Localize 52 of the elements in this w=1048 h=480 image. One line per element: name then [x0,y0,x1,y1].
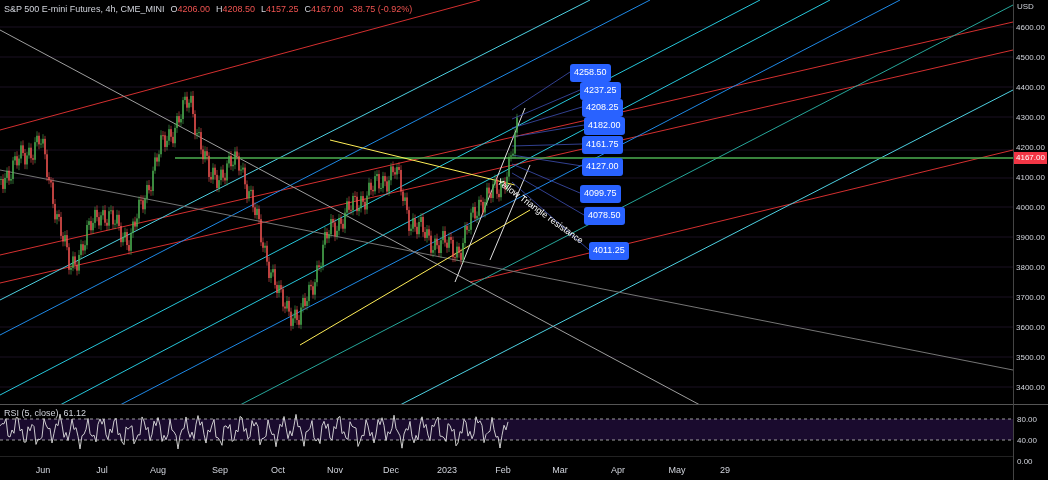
price-axis-label: 4400.00 [1016,82,1045,94]
ohlc-label: L [261,3,267,16]
price-label: 4258.50 [570,64,611,82]
price-label: 4161.75 [582,136,623,154]
price-axis-label: 3400.00 [1016,382,1045,394]
price-axis-label: 4300.00 [1016,112,1045,124]
price-change: -38.75 (-0.92%) [349,3,413,16]
last-price-badge: 4167.00 [1014,152,1047,164]
price-label: 4011.25 [589,242,629,260]
rsi-axis-label: 80.00 [1017,414,1038,426]
time-axis-label: Feb [495,464,511,477]
price-axis-label: 4200.00 [1016,142,1045,154]
ohlc-value: 4208.50 [222,3,255,16]
ohlc-value: 4157.25 [266,3,299,16]
price-axis-label: 3700.00 [1016,292,1045,304]
time-axis-label: Aug [150,464,166,477]
price-label: 4208.25 [582,99,623,117]
price-axis-label: 3500.00 [1016,352,1045,364]
symbol-title: S&P 500 E-mini Futures, 4h, CME_MINI [4,3,165,16]
price-label: 4078.50 [584,207,625,225]
price-axis-label: 4500.00 [1016,52,1045,64]
price-axis-label: 4600.00 [1016,22,1045,34]
ohlc-label: O [170,3,178,16]
rsi-axis-label: 40.00 [1017,435,1038,447]
time-axis-label: Dec [383,464,399,477]
time-axis-label: Nov [327,464,343,477]
time-axis-label: Jul [96,464,108,477]
rsi-value: 61.12 [63,407,87,420]
currency-label: USD [1017,1,1034,13]
price-axis-label: 4000.00 [1016,202,1045,214]
ohlc-label: C [304,3,312,16]
time-axis-label: Apr [611,464,625,477]
rsi-axis-label: 0.00 [1017,456,1033,468]
ohlc-label: H [215,3,223,16]
price-axis-label: 3800.00 [1016,262,1045,274]
price-axis-label: 4100.00 [1016,172,1045,184]
price-label: 4099.75 [580,185,621,203]
time-axis-label: May [668,464,686,477]
time-axis-label: Jun [35,464,51,477]
rsi-label: RSI (5, close) [4,407,59,420]
time-axis-label: Mar [552,464,568,477]
price-label: 4237.25 [580,82,621,100]
time-axis-label: Sep [212,464,228,477]
time-axis-label: 2023 [437,464,457,477]
time-axis-label: 29 [720,464,730,477]
price-label: 4182.00 [584,117,625,135]
price-axis-label: 3600.00 [1016,322,1045,334]
time-axis-label: Oct [271,464,285,477]
ohlc-value: 4206.00 [177,3,210,16]
ohlc-value: 4167.00 [311,3,344,16]
price-axis-label: 3900.00 [1016,232,1045,244]
price-label: 4127.00 [582,158,623,176]
